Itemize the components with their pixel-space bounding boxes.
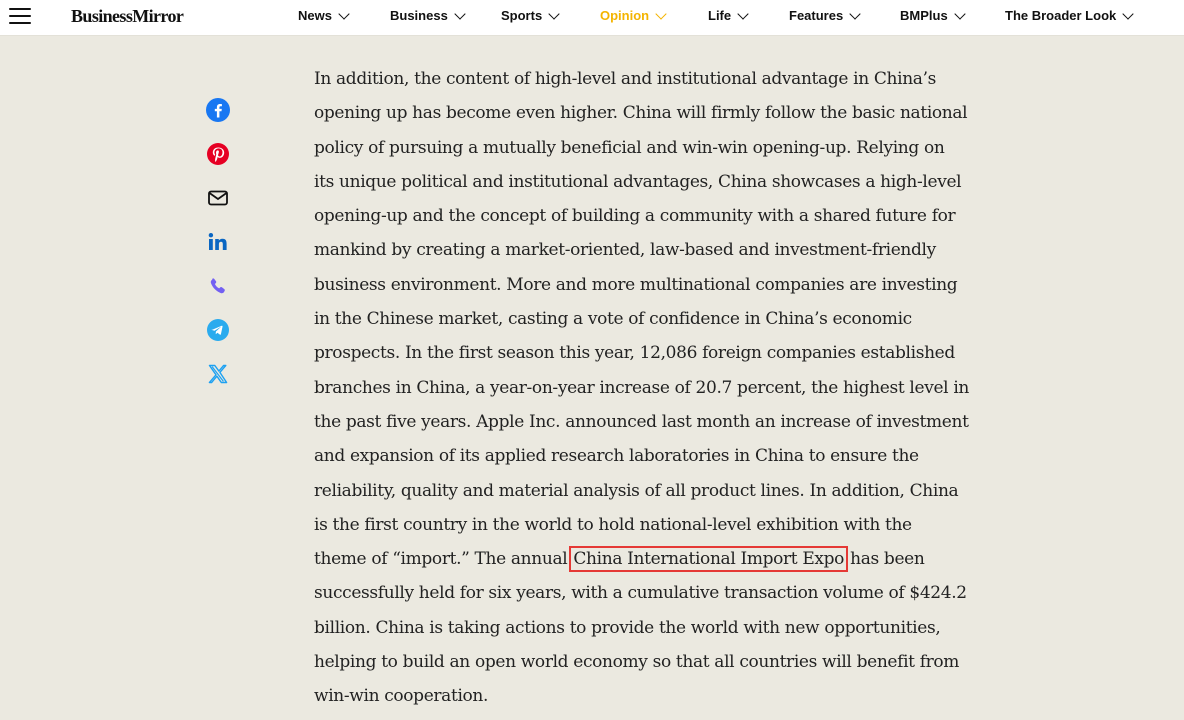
- article-line: billion. China is taking actions to prov…: [314, 617, 941, 638]
- chevron-down-icon: [655, 7, 667, 20]
- article-line: prospects. In the first season this year…: [314, 343, 955, 364]
- article-line: helping to build an open world economy s…: [314, 652, 960, 673]
- telegram-icon: [207, 319, 229, 341]
- pinterest-icon: [207, 143, 229, 165]
- email-share-button[interactable]: [205, 185, 231, 211]
- article-paragraph: In addition, the content of high-level a…: [314, 62, 1074, 714]
- article-line: business environment. More and more mult…: [314, 274, 958, 295]
- hamburger-menu-icon[interactable]: [9, 8, 31, 26]
- chevron-down-icon: [454, 7, 466, 20]
- linkedin-icon: [208, 233, 227, 250]
- nav-bmplus[interactable]: BMPlus: [900, 7, 966, 23]
- linkedin-share-button[interactable]: [205, 229, 231, 255]
- article-line: in the Chinese market, casting a vote of…: [314, 309, 912, 330]
- article-line-highlighted: theme of “import.” The annual China Inte…: [314, 542, 1074, 576]
- nav-life[interactable]: Life: [708, 7, 749, 23]
- pinterest-share-button[interactable]: [205, 141, 231, 167]
- chevron-down-icon: [338, 7, 350, 20]
- article-body: In addition, the content of high-level a…: [314, 62, 1074, 714]
- article-line: its unique political and institutional a…: [314, 171, 962, 192]
- viber-share-button[interactable]: [205, 273, 231, 299]
- article-line: policy of pursuing a mutually beneficial…: [314, 137, 945, 158]
- nav-sports-label: Sports: [501, 8, 543, 23]
- nav-news[interactable]: News: [298, 7, 350, 23]
- nav-opinion-label: Opinion: [600, 8, 650, 23]
- article-line: In addition, the content of high-level a…: [314, 69, 937, 89]
- nav-business-label: Business: [390, 8, 448, 23]
- article-line: mankind by creating a market-oriented, l…: [314, 240, 936, 261]
- chevron-down-icon: [954, 7, 966, 20]
- nav-business[interactable]: Business: [390, 7, 466, 23]
- article-line: opening up has become even higher. China…: [314, 103, 968, 124]
- viber-icon: [210, 278, 225, 294]
- article-line: branches in China, a year-on-year increa…: [314, 377, 970, 398]
- facebook-icon: [206, 98, 230, 122]
- article-line: successfully held for six years, with a …: [314, 583, 967, 604]
- x-twitter-icon: [208, 364, 228, 384]
- article-line: reliability, quality and material analys…: [314, 480, 959, 501]
- email-icon: [208, 190, 228, 206]
- top-navigation-bar: BusinessMirror News Business Sports Opin…: [0, 0, 1184, 36]
- chevron-down-icon: [1122, 7, 1134, 20]
- facebook-share-button[interactable]: [205, 97, 231, 123]
- nav-features[interactable]: Features: [789, 7, 861, 23]
- nav-news-label: News: [298, 8, 332, 23]
- article-line: and expansion of its applied research la…: [314, 446, 919, 467]
- highlight-prefix: theme of “import.” The annual: [314, 549, 573, 570]
- nav-broader-look-label: The Broader Look: [1005, 8, 1117, 23]
- nav-sports[interactable]: Sports: [501, 7, 560, 23]
- site-logo[interactable]: BusinessMirror: [71, 6, 184, 27]
- nav-broader-look[interactable]: The Broader Look: [1005, 7, 1134, 23]
- nav-life-label: Life: [708, 8, 732, 23]
- chevron-down-icon: [737, 7, 749, 20]
- article-line: is the first country in the world to hol…: [314, 514, 912, 535]
- article-line: win-win cooperation.: [314, 686, 489, 707]
- nav-opinion[interactable]: Opinion: [600, 7, 667, 23]
- nav-bmplus-label: BMPlus: [900, 8, 948, 23]
- article-line: the past five years. Apple Inc. announce…: [314, 411, 969, 432]
- chevron-down-icon: [548, 7, 560, 20]
- article-line: opening-up and the concept of building a…: [314, 206, 956, 227]
- highlight-suffix: has been: [845, 549, 925, 570]
- chevron-down-icon: [849, 7, 861, 20]
- nav-features-label: Features: [789, 8, 844, 23]
- x-share-button[interactable]: [205, 361, 231, 387]
- telegram-share-button[interactable]: [205, 317, 231, 343]
- highlighted-phrase[interactable]: China International Import Expo: [569, 546, 849, 573]
